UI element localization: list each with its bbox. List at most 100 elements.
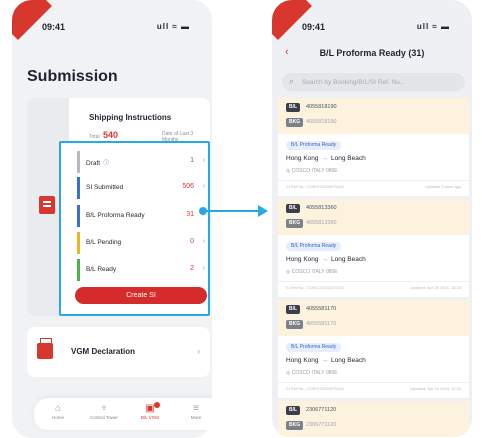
route-arrow-icon: →: [321, 256, 329, 263]
destination: Long Beach: [331, 357, 366, 364]
si-row-label: B/L Proforma Ready: [86, 212, 145, 219]
create-si-button[interactable]: Create SI: [75, 287, 207, 304]
si-row-label: Draft ⓘ: [86, 158, 109, 167]
divider: [278, 180, 469, 181]
vgm-declaration-card[interactable]: VGM Declaration ›: [27, 327, 210, 377]
status-badge: B/L Proforma Ready: [286, 242, 342, 251]
destination: Long Beach: [331, 155, 366, 162]
draft-label: Draft: [86, 160, 101, 167]
si-ref: SI Ref No.: COSCO2024070415: [286, 285, 344, 290]
signal-wifi-battery-icon: ull ≈ ▬: [416, 22, 450, 31]
si-row-count: 0: [190, 238, 194, 245]
si-total: Total 540: [89, 130, 118, 140]
status-badge: B/L Proforma Ready: [286, 343, 342, 352]
notification-badge: [154, 402, 160, 408]
tab-more[interactable]: ≡ More: [178, 402, 212, 420]
si-total-label: Total: [89, 134, 100, 140]
bl-card[interactable]: B/L 2306771120 BKG 2306771120: [278, 401, 469, 438]
si-row-draft[interactable]: Draft ⓘ 1 ›: [77, 151, 205, 173]
tower-icon: ♆: [100, 403, 108, 414]
tab-control-tower-label: Control Tower: [90, 415, 118, 420]
si-row-proforma-ready[interactable]: B/L Proforma Ready 31 ›: [77, 205, 205, 227]
si-row-pending[interactable]: B/L Pending 0 ›: [77, 232, 205, 254]
bl-number: 4055818190: [306, 104, 337, 110]
tab-bl-vgm[interactable]: ▣ B/L VGM: [132, 402, 168, 420]
proforma-list-screen: 09:41 ull ≈ ▬ ‹ B/L Proforma Ready (31) …: [272, 0, 472, 438]
status-time: 09:41: [302, 22, 326, 32]
bl-tag: B/L: [286, 406, 301, 415]
si-row-label: B/L Ready: [86, 266, 117, 273]
vessel-name: COSCO ITALY 080E: [291, 269, 338, 275]
status-time: 09:41: [42, 22, 66, 32]
bkg-tag: BKG: [286, 118, 304, 127]
si-row-bl-ready[interactable]: B/L Ready 2 ›: [77, 259, 205, 281]
home-icon: ⌂: [54, 403, 62, 414]
callout-arrow-line: [206, 210, 259, 212]
bl-number: 4055581170: [306, 306, 337, 312]
si-row-count: 2: [190, 265, 194, 272]
tab-more-label: More: [190, 415, 202, 420]
page-title: Submission: [27, 68, 118, 85]
bl-number: 4055813360: [306, 205, 337, 211]
origin: Hong Kong: [286, 256, 319, 263]
nav-title: B/L Proforma Ready (31): [319, 48, 425, 58]
vessel-name: COSCO ITALY 080E: [291, 168, 338, 174]
si-row-count: 1: [190, 157, 194, 164]
route: Hong Kong → Long Beach: [286, 256, 366, 263]
search-bar: ⌕: [282, 73, 465, 91]
bl-tag: B/L: [286, 103, 301, 112]
si-row-count: 31: [186, 211, 194, 218]
si-ref: SI Ref No.: COSCO2024070416: [286, 386, 344, 391]
si-row-count: 506: [182, 183, 194, 190]
bl-card[interactable]: B/L 4055581170 BKG 4055581170 B/L Profor…: [278, 300, 469, 398]
status-bar: 09:41 ull ≈ ▬: [272, 0, 472, 34]
route: Hong Kong → Long Beach: [286, 155, 366, 162]
search-icon: ⌕: [289, 76, 295, 86]
bl-number: 2306771120: [306, 407, 337, 413]
scale-icon: [37, 338, 53, 359]
vessel: ◎ COSCO ITALY 080E: [286, 370, 338, 376]
updated-time: Updated: Apr 21 2024, 11:20: [410, 386, 461, 391]
tab-control-tower[interactable]: ♆ Control Tower: [86, 402, 122, 420]
bl-tag: B/L: [286, 204, 301, 213]
bottom-tab-bar: ⌂ Home ♆ Control Tower ▣ B/L VGM ≡ More: [34, 398, 212, 430]
si-total-value: 540: [102, 130, 118, 140]
tab-home-label: Home: [51, 415, 64, 420]
divider: [278, 281, 469, 282]
chevron-right-icon: ›: [202, 183, 205, 190]
shipping-document-icon: [39, 196, 55, 214]
bkg-number: 2306771120: [306, 422, 337, 428]
bl-card-header: B/L 4055581170 BKG 4055581170: [278, 300, 469, 336]
si-row-submitted[interactable]: SI Submitted 506 ›: [77, 177, 205, 199]
route-arrow-icon: →: [321, 155, 329, 162]
bkg-tag: BKG: [286, 320, 304, 329]
bl-card[interactable]: B/L 4055818190 BKG 4055818190 B/L Profor…: [278, 98, 469, 196]
destination: Long Beach: [331, 256, 366, 263]
vessel: ◎ COSCO ITALY 080E: [286, 168, 338, 174]
bl-card-header: B/L 2306771120 BKG 2306771120: [278, 401, 469, 437]
route-arrow-icon: →: [321, 357, 329, 364]
route: Hong Kong → Long Beach: [286, 357, 366, 364]
origin: Hong Kong: [286, 155, 319, 162]
divider: [278, 382, 469, 383]
chevron-right-icon: ›: [202, 265, 205, 272]
menu-icon: ≡: [193, 403, 199, 414]
tab-bl-vgm-label: B/L VGM: [140, 415, 160, 420]
vessel: ◎ COSCO ITALY 080E: [286, 269, 338, 275]
si-card-title: Shipping Instructions: [89, 113, 172, 122]
chevron-right-icon: ›: [202, 238, 205, 245]
bl-card-header: B/L 4055818190 BKG 4055818190: [278, 98, 469, 134]
bkg-tag: BKG: [286, 421, 304, 430]
bkg-number: 4055813360: [306, 220, 337, 226]
status-badge: B/L Proforma Ready: [286, 141, 342, 150]
tab-home[interactable]: ⌂ Home: [40, 402, 76, 420]
bl-card-header: B/L 4055813360 BKG 4055813360: [278, 199, 469, 235]
signal-wifi-battery-icon: ull ≈ ▬: [156, 22, 190, 31]
search-input[interactable]: [302, 75, 460, 89]
document-icon: ▣: [145, 403, 155, 414]
bl-tag: B/L: [286, 305, 301, 314]
bl-card[interactable]: B/L 4055813360 BKG 4055813360 B/L Profor…: [278, 199, 469, 297]
chevron-right-icon: ›: [202, 157, 205, 164]
bkg-tag: BKG: [286, 219, 304, 228]
chevron-right-icon: ›: [197, 347, 200, 356]
